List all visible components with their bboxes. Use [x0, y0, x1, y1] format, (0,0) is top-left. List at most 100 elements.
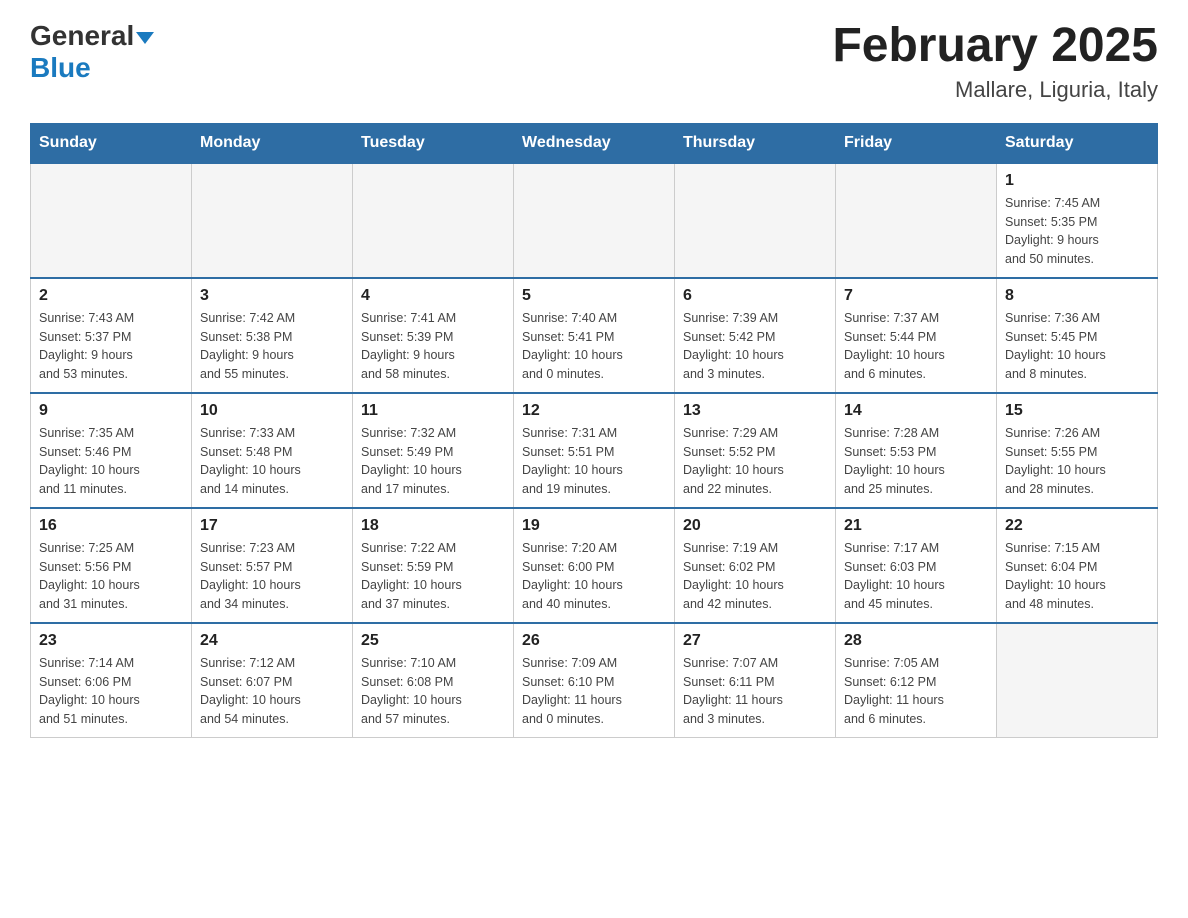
- month-title: February 2025: [832, 20, 1158, 73]
- day-number: 16: [39, 517, 183, 535]
- day-number: 20: [683, 517, 827, 535]
- calendar-cell: [514, 163, 675, 278]
- day-number: 18: [361, 517, 505, 535]
- day-number: 8: [1005, 287, 1149, 305]
- calendar-table: SundayMondayTuesdayWednesdayThursdayFrid…: [30, 123, 1158, 738]
- day-info: Sunrise: 7:23 AM Sunset: 5:57 PM Dayligh…: [200, 539, 344, 614]
- day-info: Sunrise: 7:26 AM Sunset: 5:55 PM Dayligh…: [1005, 424, 1149, 499]
- calendar-cell: [192, 163, 353, 278]
- calendar-week-3: 9Sunrise: 7:35 AM Sunset: 5:46 PM Daylig…: [31, 393, 1158, 508]
- day-number: 22: [1005, 517, 1149, 535]
- day-info: Sunrise: 7:07 AM Sunset: 6:11 PM Dayligh…: [683, 654, 827, 729]
- calendar-header-monday: Monday: [192, 123, 353, 163]
- day-number: 15: [1005, 402, 1149, 420]
- calendar-cell: 13 Sunrise: 7:29 AM Sunset: 5:52 PM Dayli…: [675, 393, 836, 508]
- day-number: 3: [200, 287, 344, 305]
- calendar-cell: 21 Sunrise: 7:17 AM Sunset: 6:03 PM Dayli…: [836, 508, 997, 623]
- day-info: Sunrise: 7:41 AM Sunset: 5:39 PM Dayligh…: [361, 309, 505, 384]
- day-info: Sunrise: 7:28 AM Sunset: 5:53 PM Dayligh…: [844, 424, 988, 499]
- day-info: Sunrise: 7:12 AM Sunset: 6:07 PM Dayligh…: [200, 654, 344, 729]
- logo-general-text: General: [30, 20, 134, 52]
- day-number: 28: [844, 632, 988, 650]
- day-number: 6: [683, 287, 827, 305]
- day-info: Sunrise: 7:40 AM Sunset: 5:41 PM Dayligh…: [522, 309, 666, 384]
- day-number: 5: [522, 287, 666, 305]
- logo-blue-text: Blue: [30, 52, 91, 83]
- day-info: Sunrise: 7:36 AM Sunset: 5:45 PM Dayligh…: [1005, 309, 1149, 384]
- day-info: Sunrise: 7:29 AM Sunset: 5:52 PM Dayligh…: [683, 424, 827, 499]
- day-info: Sunrise: 7:09 AM Sunset: 6:10 PM Dayligh…: [522, 654, 666, 729]
- day-number: 2: [39, 287, 183, 305]
- day-info: Sunrise: 7:05 AM Sunset: 6:12 PM Dayligh…: [844, 654, 988, 729]
- day-info: Sunrise: 7:14 AM Sunset: 6:06 PM Dayligh…: [39, 654, 183, 729]
- calendar-cell: 12Sunrise: 7:31 AM Sunset: 5:51 PM Dayli…: [514, 393, 675, 508]
- calendar-week-4: 16 Sunrise: 7:25 AM Sunset: 5:56 PM Dayli…: [31, 508, 1158, 623]
- day-info: Sunrise: 7:25 AM Sunset: 5:56 PM Dayligh…: [39, 539, 183, 614]
- calendar-week-1: 1 Sunrise: 7:45 AM Sunset: 5:35 PM Daylig…: [31, 163, 1158, 278]
- day-number: 11: [361, 402, 505, 420]
- calendar-cell: 1 Sunrise: 7:45 AM Sunset: 5:35 PM Daylig…: [997, 163, 1158, 278]
- calendar-header-thursday: Thursday: [675, 123, 836, 163]
- day-number: 23: [39, 632, 183, 650]
- day-number: 21: [844, 517, 988, 535]
- day-info: Sunrise: 7:43 AM Sunset: 5:37 PM Dayligh…: [39, 309, 183, 384]
- calendar-cell: 27 Sunrise: 7:07 AM Sunset: 6:11 PM Dayli…: [675, 623, 836, 738]
- day-number: 24: [200, 632, 344, 650]
- day-info: Sunrise: 7:39 AM Sunset: 5:42 PM Dayligh…: [683, 309, 827, 384]
- calendar-cell: 24 Sunrise: 7:12 AM Sunset: 6:07 PM Dayli…: [192, 623, 353, 738]
- calendar-header-tuesday: Tuesday: [353, 123, 514, 163]
- calendar-week-5: 23 Sunrise: 7:14 AM Sunset: 6:06 PM Dayli…: [31, 623, 1158, 738]
- day-info: Sunrise: 7:45 AM Sunset: 5:35 PM Dayligh…: [1005, 194, 1149, 269]
- calendar-header-sunday: Sunday: [31, 123, 192, 163]
- day-info: Sunrise: 7:20 AM Sunset: 6:00 PM Dayligh…: [522, 539, 666, 614]
- calendar-cell: 28 Sunrise: 7:05 AM Sunset: 6:12 PM Dayli…: [836, 623, 997, 738]
- calendar-cell: 23 Sunrise: 7:14 AM Sunset: 6:06 PM Dayli…: [31, 623, 192, 738]
- day-info: Sunrise: 7:42 AM Sunset: 5:38 PM Dayligh…: [200, 309, 344, 384]
- day-info: Sunrise: 7:32 AM Sunset: 5:49 PM Dayligh…: [361, 424, 505, 499]
- day-info: Sunrise: 7:22 AM Sunset: 5:59 PM Dayligh…: [361, 539, 505, 614]
- calendar-cell: 6 Sunrise: 7:39 AM Sunset: 5:42 PM Daylig…: [675, 278, 836, 393]
- calendar-week-2: 2 Sunrise: 7:43 AM Sunset: 5:37 PM Daylig…: [31, 278, 1158, 393]
- day-number: 14: [844, 402, 988, 420]
- calendar-cell: 14 Sunrise: 7:28 AM Sunset: 5:53 PM Dayli…: [836, 393, 997, 508]
- day-number: 26: [522, 632, 666, 650]
- page-header: General Blue February 2025 Mallare, Ligu…: [30, 20, 1158, 103]
- calendar-cell: [675, 163, 836, 278]
- calendar-cell: 2 Sunrise: 7:43 AM Sunset: 5:37 PM Daylig…: [31, 278, 192, 393]
- header-right: February 2025 Mallare, Liguria, Italy: [832, 20, 1158, 103]
- calendar-cell: 19 Sunrise: 7:20 AM Sunset: 6:00 PM Dayli…: [514, 508, 675, 623]
- calendar-header-row: SundayMondayTuesdayWednesdayThursdayFrid…: [31, 123, 1158, 163]
- day-number: 13: [683, 402, 827, 420]
- calendar-cell: 26 Sunrise: 7:09 AM Sunset: 6:10 PM Dayli…: [514, 623, 675, 738]
- calendar-cell: [31, 163, 192, 278]
- logo: General Blue: [30, 20, 154, 84]
- location: Mallare, Liguria, Italy: [832, 77, 1158, 103]
- day-number: 27: [683, 632, 827, 650]
- calendar-cell: 10 Sunrise: 7:33 AM Sunset: 5:48 PM Dayli…: [192, 393, 353, 508]
- calendar-cell: 9Sunrise: 7:35 AM Sunset: 5:46 PM Daylig…: [31, 393, 192, 508]
- day-number: 19: [522, 517, 666, 535]
- day-info: Sunrise: 7:10 AM Sunset: 6:08 PM Dayligh…: [361, 654, 505, 729]
- day-number: 10: [200, 402, 344, 420]
- calendar-header-saturday: Saturday: [997, 123, 1158, 163]
- calendar-cell: 4 Sunrise: 7:41 AM Sunset: 5:39 PM Daylig…: [353, 278, 514, 393]
- day-number: 12: [522, 402, 666, 420]
- calendar-cell: 20Sunrise: 7:19 AM Sunset: 6:02 PM Dayli…: [675, 508, 836, 623]
- calendar-cell: 15 Sunrise: 7:26 AM Sunset: 5:55 PM Dayli…: [997, 393, 1158, 508]
- day-number: 7: [844, 287, 988, 305]
- day-number: 1: [1005, 172, 1149, 190]
- calendar-cell: 3 Sunrise: 7:42 AM Sunset: 5:38 PM Daylig…: [192, 278, 353, 393]
- day-number: 4: [361, 287, 505, 305]
- calendar-cell: 25Sunrise: 7:10 AM Sunset: 6:08 PM Dayli…: [353, 623, 514, 738]
- day-number: 17: [200, 517, 344, 535]
- day-info: Sunrise: 7:33 AM Sunset: 5:48 PM Dayligh…: [200, 424, 344, 499]
- calendar-cell: [836, 163, 997, 278]
- calendar-cell: 7 Sunrise: 7:37 AM Sunset: 5:44 PM Daylig…: [836, 278, 997, 393]
- calendar-cell: 11 Sunrise: 7:32 AM Sunset: 5:49 PM Dayli…: [353, 393, 514, 508]
- calendar-cell: 8 Sunrise: 7:36 AM Sunset: 5:45 PM Daylig…: [997, 278, 1158, 393]
- day-info: Sunrise: 7:17 AM Sunset: 6:03 PM Dayligh…: [844, 539, 988, 614]
- calendar-cell: 17 Sunrise: 7:23 AM Sunset: 5:57 PM Dayli…: [192, 508, 353, 623]
- calendar-cell: 5 Sunrise: 7:40 AM Sunset: 5:41 PM Daylig…: [514, 278, 675, 393]
- calendar-cell: 18 Sunrise: 7:22 AM Sunset: 5:59 PM Dayli…: [353, 508, 514, 623]
- day-info: Sunrise: 7:37 AM Sunset: 5:44 PM Dayligh…: [844, 309, 988, 384]
